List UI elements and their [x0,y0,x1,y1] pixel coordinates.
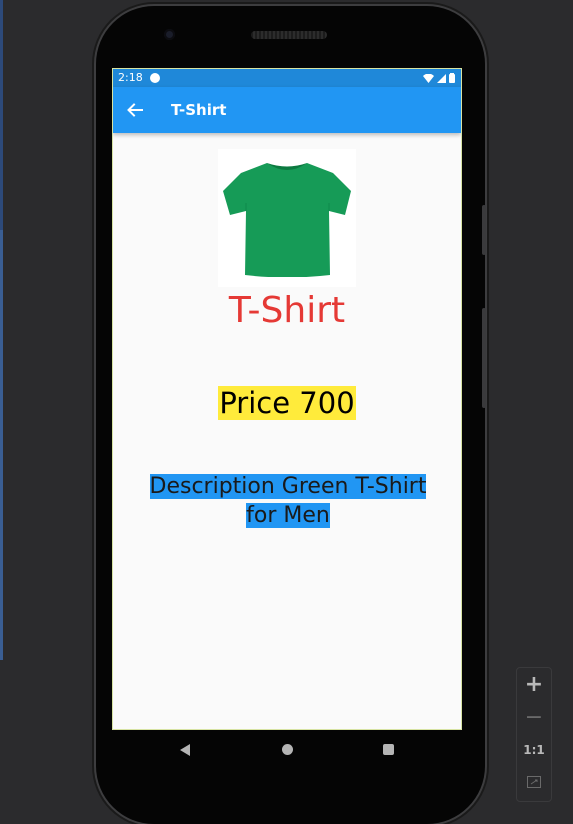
status-time: 2:18 [118,71,143,84]
tshirt-icon [223,163,351,277]
battery-icon [449,73,455,83]
back-icon[interactable] [180,744,190,756]
price-row: Price 700 [113,385,461,421]
back-button[interactable] [123,98,147,122]
page-title: T-Shirt [171,101,227,119]
earpiece-speaker [251,31,327,39]
system-navigation-bar [112,730,462,770]
status-bar: 2:18 [113,69,461,87]
arrow-back-icon [127,103,143,117]
product-description: Description Green T-Shirt for Men [149,474,427,528]
product-price: Price 700 [218,386,356,420]
background-strip-accent [0,230,3,660]
volume-button[interactable] [482,308,486,408]
actual-size-button[interactable]: 1:1 [517,743,551,757]
power-button[interactable] [482,205,486,255]
fit-screen-button[interactable] [517,773,551,792]
zoom-in-button[interactable]: + [517,672,551,697]
status-icons [423,73,455,83]
fit-screen-icon [527,776,541,788]
product-name: T-Shirt [228,290,346,331]
front-camera [164,29,175,40]
zoom-out-button[interactable]: − [517,705,551,730]
wifi-icon [423,74,434,83]
product-image [218,149,356,287]
notification-icon [150,73,160,83]
emulator-zoom-panel: + − 1:1 [516,667,552,802]
device-screen: 2:18 T-Shirt T-Shirt Price 700 Descripti… [112,68,462,730]
description-row: Description Green T-Shirt for Men [133,472,443,530]
app-bar: T-Shirt [113,87,461,133]
signal-icon [437,74,446,83]
recents-icon[interactable] [383,744,394,755]
home-icon[interactable] [282,744,293,755]
